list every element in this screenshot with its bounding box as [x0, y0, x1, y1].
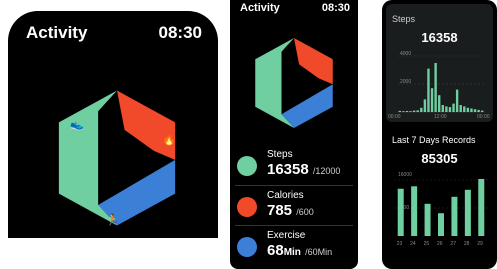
steps-bar — [423, 99, 427, 112]
steps-bar — [470, 108, 473, 112]
day-bar — [438, 213, 444, 236]
screen-title: Activity — [240, 2, 280, 14]
activity-screen-charts: Steps 16358 4000 2000 00:00 12:00 00:00 … — [382, 0, 497, 269]
divider — [235, 185, 353, 186]
exercise-metric[interactable]: Exercise 68Min /60Min — [235, 227, 353, 265]
day-bar — [478, 178, 485, 236]
runner-icon — [237, 237, 257, 257]
activity-rings-graphic — [255, 38, 333, 128]
steps-bar — [481, 110, 484, 112]
steps-bar — [420, 107, 423, 112]
metric-value: 785 — [267, 202, 293, 219]
x-tick: 27 — [450, 241, 456, 247]
steps-bar — [430, 88, 434, 112]
day-bar — [397, 188, 404, 236]
x-tick: 23 — [396, 241, 403, 247]
x-tick: 29 — [477, 241, 483, 247]
x-tick: 00:00 — [477, 114, 490, 120]
steps-bar — [459, 105, 462, 112]
steps-bar — [452, 103, 455, 112]
steps-bar — [402, 111, 405, 112]
steps-bar — [434, 63, 437, 112]
steps-hourly-chart — [398, 55, 484, 113]
day-bar — [411, 186, 418, 236]
activity-screen-list: Activity 08:30 Steps 16358 /12000 Calori… — [230, 0, 358, 269]
metric-goal: /600 — [296, 207, 314, 217]
steps-bar — [445, 106, 448, 112]
clock-time: 08:30 — [321, 2, 350, 14]
runner-icon: 🏃 — [106, 213, 120, 227]
flame-icon: 🔥 — [162, 132, 176, 146]
day-bar — [451, 196, 458, 236]
steps-bar — [455, 89, 459, 112]
steps-bar — [477, 109, 480, 112]
metric-goal: /12000 — [312, 166, 341, 176]
steps-bar — [466, 107, 470, 112]
metric-label: Calories — [267, 190, 304, 201]
steps-bar — [473, 109, 477, 112]
day-bar — [424, 203, 431, 236]
x-tick: 24 — [410, 241, 416, 247]
steps-bar — [427, 68, 430, 112]
x-tick: 28 — [463, 241, 470, 247]
steps-metric[interactable]: Steps 16358 /12000 — [235, 146, 353, 184]
shoe-icon: 👟 — [70, 119, 84, 131]
calories-metric[interactable]: Calories 785 /600 — [235, 187, 353, 225]
day-bar — [464, 189, 471, 236]
x-tick: 26 — [437, 241, 443, 247]
flame-icon — [237, 197, 257, 217]
clock-time: 08:30 — [158, 23, 202, 42]
steps-bar — [405, 111, 409, 112]
week-card[interactable]: Last 7 Days Records 85305 16000 8000 232… — [386, 126, 493, 266]
metric-label: Steps — [267, 149, 293, 160]
steps-bar — [416, 110, 419, 112]
steps-bar — [438, 95, 441, 112]
steps-card[interactable]: Steps 16358 4000 2000 00:00 12:00 00:00 — [386, 4, 493, 122]
activity-rings-graphic: 👟 🔥 🏃 — [58, 90, 176, 227]
metric-goal: /60Min — [305, 247, 333, 257]
screen-title: Activity — [26, 23, 88, 42]
x-tick: 12:00 — [434, 114, 447, 120]
shoe-icon — [237, 156, 257, 176]
x-tick: 00:00 — [388, 114, 401, 120]
divider — [235, 225, 353, 226]
metric-unit: Min — [283, 247, 301, 258]
metric-value: 68 — [267, 242, 284, 259]
metric-label: Exercise — [267, 230, 306, 241]
x-tick: 25 — [423, 241, 430, 247]
steps-bar — [448, 107, 452, 112]
steps-bar — [412, 110, 416, 112]
steps-bar — [409, 111, 412, 112]
steps-bar — [441, 105, 444, 112]
metric-value: 16358 — [267, 161, 309, 178]
steps-bar — [398, 110, 401, 112]
steps-bar — [463, 106, 466, 112]
activity-screen-large: Activity 08:30 👟 🔥 🏃 — [8, 11, 218, 238]
